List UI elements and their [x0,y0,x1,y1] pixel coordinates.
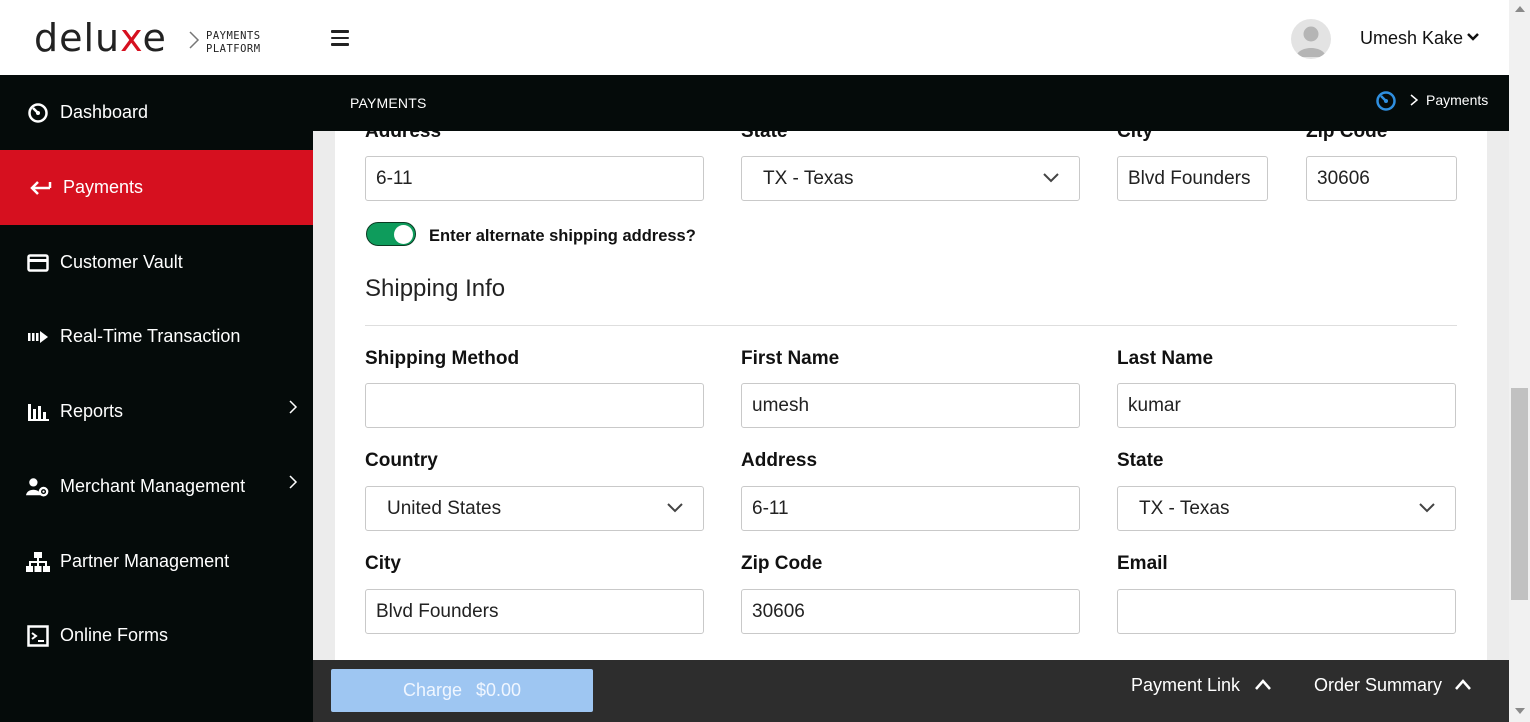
last-name-field[interactable]: kumar [1117,383,1456,428]
sidebar-item-label: Reports [60,401,124,421]
billing-address-field[interactable]: 6-11 [365,156,704,201]
logo-chevron-icon [189,31,200,49]
chevron-right-icon [289,475,298,489]
logo-subtitle-line1: PAYMENTS [206,30,261,42]
shipping-address-field[interactable]: 6-11 [741,486,1080,531]
sidebar-item-customer-vault[interactable]: Customer Vault [0,225,313,300]
order-summary-toggle[interactable]: Order Summary [1314,675,1442,696]
country-value: United States [387,498,502,519]
section-divider [365,325,1457,326]
scroll-down-arrow-icon[interactable] [1515,708,1525,714]
shipping-address-label: Address [741,450,818,471]
hamburger-menu-icon[interactable] [331,30,349,46]
fast-forward-icon [26,326,50,348]
email-label: Email [1117,553,1168,574]
breadcrumb-chevron-icon [1410,94,1418,106]
bar-chart-icon [26,401,50,423]
deluxe-logo[interactable]: deluxe [34,18,167,58]
dashboard-gauge-icon [26,102,50,124]
form-icon [26,624,50,647]
billing-state-label: State [741,131,788,142]
page-title: PAYMENTS [350,95,427,111]
logo-text-x: x [120,16,143,60]
avatar[interactable] [1291,19,1331,59]
page-scrollbar[interactable] [1509,0,1530,722]
email-field[interactable] [1117,589,1456,634]
billing-state-select[interactable]: TX - Texas [741,156,1080,201]
payment-form-card: Address State City Zip Code 6-11 TX - Te… [335,131,1487,660]
sidebar-item-label: Online Forms [60,625,169,645]
country-label: Country [365,450,438,471]
shipping-info-title: Shipping Info [365,275,506,302]
scrollbar-thumb[interactable] [1511,388,1528,600]
last-name-label: Last Name [1117,348,1214,369]
shipping-method-field[interactable] [365,383,704,428]
sidebar-item-label: Dashboard [60,102,149,122]
shipping-method-label: Shipping Method [365,348,520,369]
scroll-up-arrow-icon[interactable] [1515,6,1525,12]
breadcrumb[interactable]: Payments [1426,92,1488,108]
billing-zip-label: Zip Code [1306,131,1388,142]
main-content: Address State City Zip Code 6-11 TX - Te… [313,131,1509,660]
action-footer: Charge $0.00 Payment Link Order Summary [313,660,1509,722]
logo-subtitle: PAYMENTS PLATFORM [206,30,261,56]
first-name-label: First Name [741,348,840,369]
toggle-knob [394,224,413,244]
shipping-zip-label: Zip Code [741,553,823,574]
logo-text-part2: e [142,16,167,60]
sidebar: Dashboard Payments Customer Vault Real-T… [0,75,313,722]
shipping-city-label: City [365,553,401,574]
logo-text-part1: delu [34,16,121,60]
chevron-down-icon [1043,173,1059,183]
chevron-up-icon[interactable] [1255,679,1271,690]
payment-link-toggle[interactable]: Payment Link [1131,675,1240,696]
billing-city-label: City [1117,131,1153,142]
sidebar-item-real-time-transaction[interactable]: Real-Time Transaction [0,299,313,374]
chevron-right-icon [289,400,298,414]
sidebar-item-reports[interactable]: Reports [0,374,313,449]
shipping-state-select[interactable]: TX - Texas [1117,486,1456,531]
shipping-state-value: TX - Texas [1139,498,1230,519]
chevron-down-icon [667,503,683,513]
page-subheader: PAYMENTS Payments [313,75,1509,131]
alternate-shipping-toggle[interactable] [366,222,416,246]
user-name[interactable]: Umesh Kake [1360,28,1463,49]
sidebar-item-dashboard[interactable]: Dashboard [0,75,313,150]
sidebar-item-payments[interactable]: Payments [0,150,313,225]
sidebar-item-label: Payments [63,177,144,197]
charge-amount: $0.00 [476,680,522,700]
first-name-field[interactable]: umesh [741,383,1080,428]
country-select[interactable]: United States [365,486,704,531]
alternate-shipping-label: Enter alternate shipping address? [429,227,696,245]
credit-card-icon [26,252,50,274]
shipping-state-label: State [1117,450,1164,471]
charge-button[interactable]: Charge $0.00 [331,669,593,712]
sidebar-item-merchant-management[interactable]: Merchant Management [0,449,313,524]
sidebar-item-partner-management[interactable]: Partner Management [0,524,313,599]
top-bar: deluxe PAYMENTS PLATFORM Umesh Kake [0,0,1509,75]
user-avatar-icon [1296,26,1326,57]
charge-label: Charge [402,680,462,700]
dashboard-gauge-icon[interactable] [1375,90,1397,112]
sidebar-item-label: Real-Time Transaction [60,326,241,346]
logo-subtitle-line2: PLATFORM [206,43,261,55]
billing-state-value: TX - Texas [763,168,854,189]
user-gear-icon [26,476,50,498]
arrow-back-icon [29,177,53,199]
sidebar-item-label: Customer Vault [60,252,183,272]
sidebar-item-label: Partner Management [60,551,230,571]
billing-city-field[interactable]: Blvd Founders [1117,156,1268,201]
billing-zip-field[interactable]: 30606 [1306,156,1457,201]
billing-address-label: Address [365,131,442,142]
user-menu-chevron-down-icon[interactable] [1466,32,1480,42]
chevron-up-icon[interactable] [1455,679,1471,690]
shipping-zip-field[interactable]: 30606 [741,589,1080,634]
org-chart-icon [26,551,50,573]
sidebar-item-label: Merchant Management [60,476,246,496]
sidebar-item-online-forms[interactable]: Online Forms [0,598,313,673]
shipping-city-field[interactable]: Blvd Founders [365,589,704,634]
chevron-down-icon [1419,503,1435,513]
